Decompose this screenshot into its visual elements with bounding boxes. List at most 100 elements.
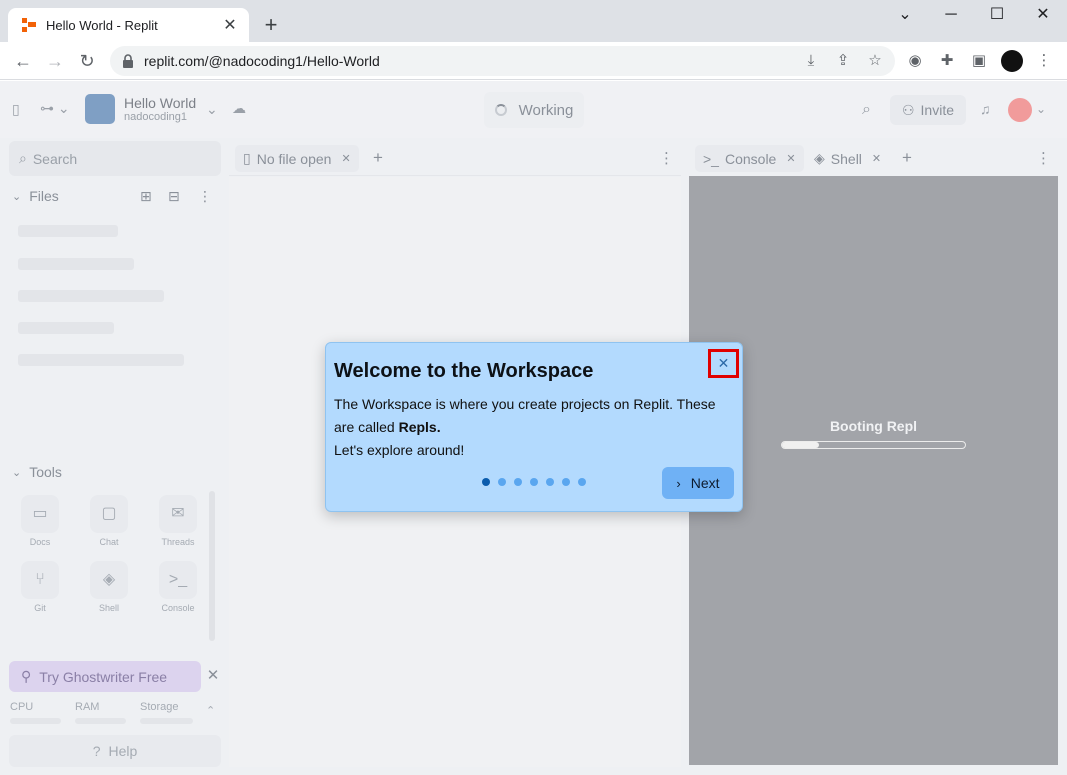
tab-shell[interactable]: ◈ Shell ✕	[806, 145, 889, 172]
shell-icon: ◈	[814, 150, 825, 166]
tool-label: Git	[34, 603, 46, 613]
storage-meter	[140, 718, 193, 724]
ram-meter	[75, 718, 126, 724]
docs-icon: ▭	[21, 495, 59, 533]
sidebar-toggle-icon[interactable]: ▯	[12, 101, 20, 118]
url-text: replit.com/@nadocoding1/Hello-World	[144, 53, 380, 69]
files-menu-icon[interactable]: ⋮	[198, 188, 212, 205]
address-bar[interactable]: replit.com/@nadocoding1/Hello-World ⤓ ⇪ …	[110, 46, 895, 76]
step-dot[interactable]	[578, 478, 586, 486]
file-skeleton	[18, 225, 118, 237]
add-tab-icon[interactable]: +	[902, 148, 912, 168]
side-panel-icon[interactable]: ▣	[966, 48, 992, 74]
console-pane: >_ Console ✕ ◈ Shell ✕ + ⋮ Booting Repl	[689, 140, 1058, 767]
console-tab-bar: >_ Console ✕ ◈ Shell ✕ + ⋮	[689, 140, 1058, 176]
repl-dropdown-chevron-icon[interactable]: ⌄	[206, 101, 218, 118]
files-section-header[interactable]: ⌄ Files ⊞ ⊟ ⋮	[0, 184, 226, 208]
editor-tab[interactable]: ▯ No file open ✕	[235, 145, 359, 172]
close-tab-icon[interactable]: ✕	[341, 152, 350, 165]
profile-avatar-icon[interactable]	[1001, 50, 1023, 72]
workspace-header: ▯ ⊶ ⌄ Hello World nadocoding1 ⌄ ☁ Workin…	[0, 81, 1067, 138]
add-tab-icon[interactable]: +	[373, 148, 383, 168]
replit-favicon-icon	[22, 18, 36, 32]
back-arrow-icon[interactable]: ←	[10, 48, 36, 74]
repl-name[interactable]: Hello World	[124, 95, 196, 111]
shell-tab-label: Shell	[830, 150, 862, 167]
git-icon: ⑂	[21, 561, 59, 599]
close-tab-icon[interactable]: ✕	[786, 152, 795, 165]
user-avatar[interactable]	[1008, 98, 1032, 122]
booting-label: Booting Repl	[829, 418, 918, 434]
browser-tab-title: Hello World - Replit	[46, 17, 158, 33]
add-user-icon: ⚇	[901, 101, 915, 118]
dismiss-ghostwriter-icon[interactable]: ✕	[204, 666, 222, 686]
install-app-icon[interactable]: ⤓	[796, 46, 826, 76]
next-button[interactable]: › Next	[662, 467, 734, 499]
new-folder-icon[interactable]: ⊟	[168, 188, 180, 205]
tool-docs[interactable]: ▭ Docs	[15, 495, 65, 553]
extensions-puzzle-icon[interactable]: ✚	[934, 48, 960, 74]
chat-icon: ▢	[90, 495, 128, 533]
tool-console[interactable]: >_ Console	[153, 561, 203, 619]
collapse-chevron-icon: ⌄	[12, 466, 22, 479]
chrome-menu-icon[interactable]: ⋮	[1031, 48, 1057, 74]
workspace-menu-icon[interactable]: ⊶ ⌄	[40, 100, 70, 117]
booting-progress-bar	[781, 441, 966, 449]
step-indicator	[482, 478, 594, 486]
tool-chat[interactable]: ▢ Chat	[84, 495, 134, 553]
tool-shell[interactable]: ◈ Shell	[84, 561, 134, 619]
cpu-label: CPU	[10, 701, 34, 713]
account-chevron-icon[interactable]: ⌄	[1036, 102, 1046, 116]
storage-label: Storage	[140, 701, 179, 713]
new-file-icon[interactable]: ⊞	[140, 188, 152, 205]
tools-scrollbar[interactable]	[209, 491, 215, 641]
tab-search-button[interactable]: ⌄	[888, 4, 922, 28]
tool-label: Threads	[161, 537, 195, 547]
console-tab-label: Console	[724, 150, 777, 167]
step-dot[interactable]	[546, 478, 554, 486]
search-input[interactable]: ⌕ Search	[9, 141, 221, 176]
run-status-button[interactable]: Working	[484, 92, 584, 128]
tab-console[interactable]: >_ Console ✕	[695, 145, 804, 172]
step-dot[interactable]	[530, 478, 538, 486]
tool-threads[interactable]: ✉ Threads	[153, 495, 203, 553]
step-dot[interactable]	[514, 478, 522, 486]
editor-tab-bar: ▯ No file open ✕ + ⋮	[229, 140, 681, 176]
ghostwriter-icon: ⚲	[21, 668, 32, 684]
help-button[interactable]: ? Help	[9, 735, 221, 767]
close-window-button[interactable]: ✕	[1026, 4, 1060, 28]
welcome-body: The Workspace is where you create projec…	[334, 393, 734, 462]
pane-menu-icon[interactable]: ⋮	[1036, 149, 1051, 167]
welcome-title: Welcome to the Workspace	[334, 360, 594, 382]
step-dot[interactable]	[498, 478, 506, 486]
pane-menu-icon[interactable]: ⋮	[659, 149, 674, 167]
tab-close-icon[interactable]: ✕	[221, 15, 239, 35]
notifications-bell-icon[interactable]: ♫	[980, 101, 991, 117]
share-icon[interactable]: ⇪	[828, 46, 858, 76]
minimize-button[interactable]: ─	[934, 4, 968, 28]
maximize-button[interactable]: ☐	[980, 4, 1014, 28]
tools-section-header[interactable]: ⌄ Tools	[0, 460, 226, 484]
bookmark-star-icon[interactable]: ☆	[860, 46, 890, 76]
next-label: Next	[690, 475, 720, 491]
browser-tab[interactable]: Hello World - Replit ✕	[8, 8, 249, 42]
new-tab-button[interactable]: +	[260, 12, 282, 38]
tool-git[interactable]: ⑂ Git	[15, 561, 65, 619]
search-icon[interactable]: ⌕	[862, 101, 871, 119]
console-body: Booting Repl	[689, 176, 1058, 765]
booting-progress-fill	[782, 442, 819, 448]
forward-arrow-icon[interactable]: →	[42, 48, 68, 74]
step-dot[interactable]	[482, 478, 490, 486]
try-ghostwriter-button[interactable]: ⚲ Try Ghostwriter Free	[9, 661, 201, 692]
close-dialog-button[interactable]: ✕	[708, 349, 739, 378]
reload-icon[interactable]: ↻	[74, 48, 100, 74]
invite-button[interactable]: ⚇ Invite	[890, 95, 966, 125]
resources-collapse-icon[interactable]: ⌃	[206, 704, 215, 717]
editor-tab-label: No file open	[256, 150, 332, 167]
browser-toolbar: ← → ↻ replit.com/@nadocoding1/Hello-Worl…	[0, 42, 1067, 80]
step-dot[interactable]	[562, 478, 570, 486]
close-tab-icon[interactable]: ✕	[872, 152, 881, 165]
camera-extension-icon[interactable]: ◉	[902, 48, 928, 74]
lock-icon	[122, 54, 136, 68]
loading-spinner-icon	[494, 104, 507, 116]
